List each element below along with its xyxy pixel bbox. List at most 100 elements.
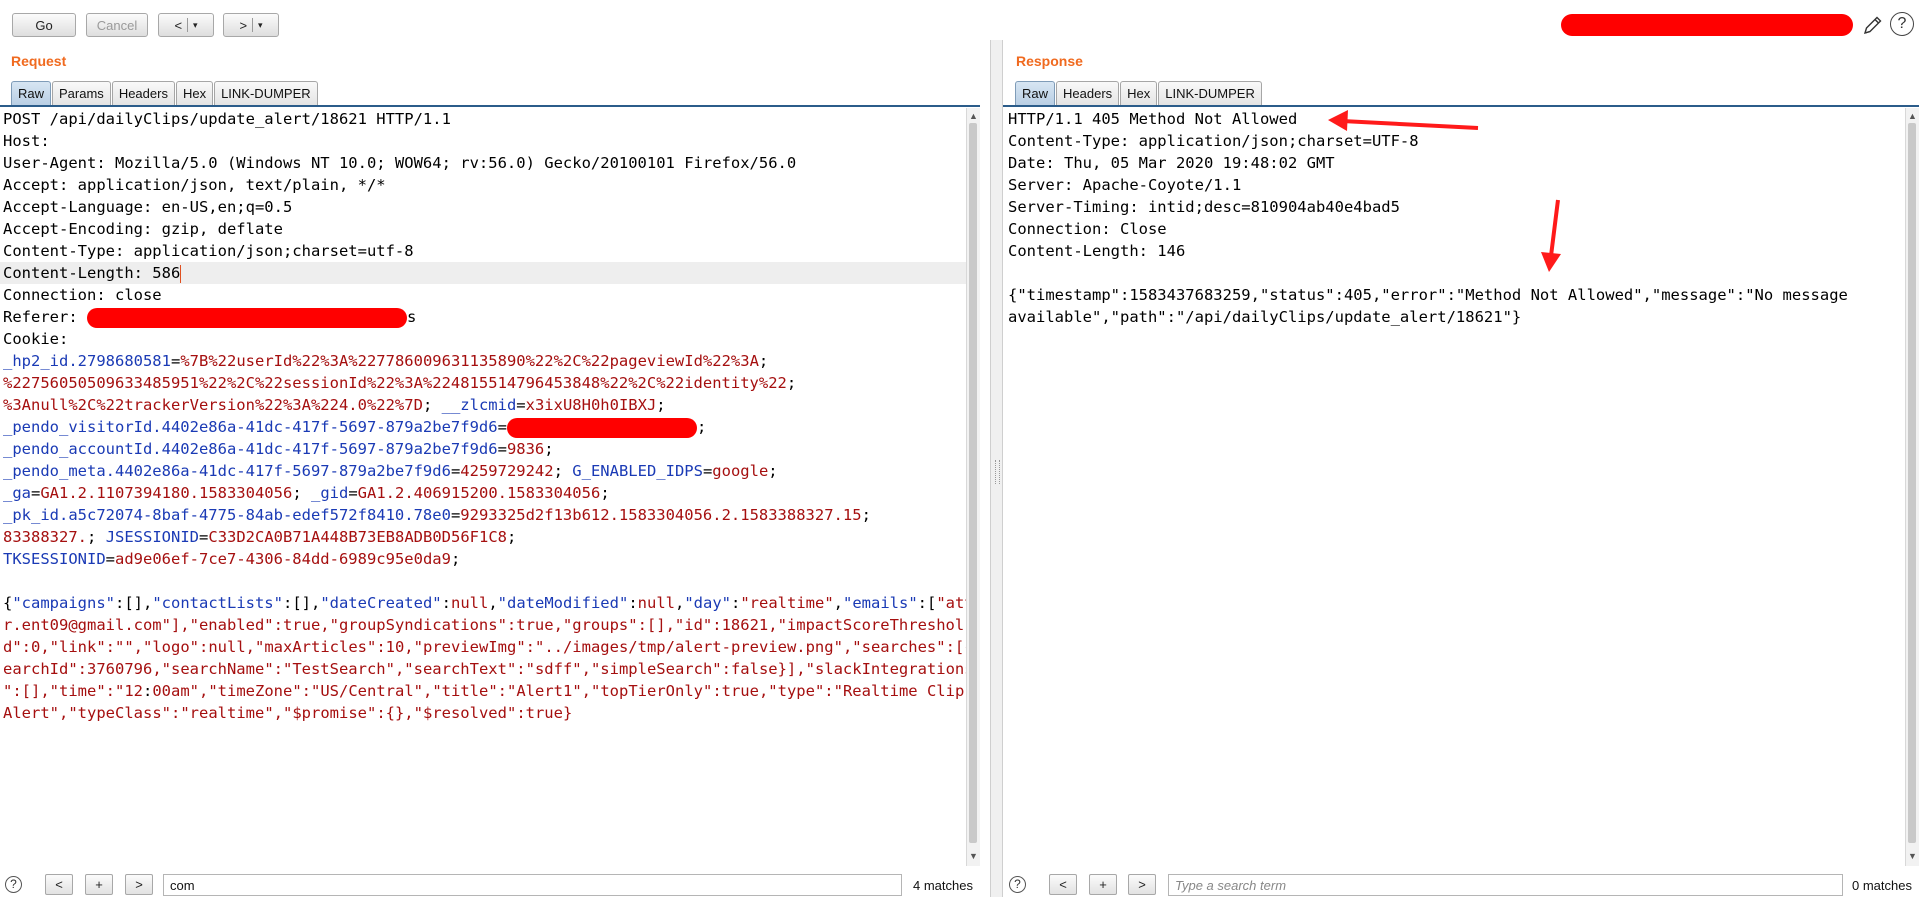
semicolon: ;: [292, 484, 302, 502]
json-string: ",": [124, 638, 153, 656]
json-string: ",": [264, 704, 293, 722]
response-search-input[interactable]: [1168, 874, 1843, 896]
json-string: ",": [413, 682, 442, 700]
json-value: topTierOnly: [600, 682, 703, 700]
splitter-grip[interactable]: [995, 460, 1000, 484]
semicolon: ;: [786, 374, 797, 392]
scroll-up-icon[interactable]: ▲: [1908, 110, 1917, 122]
json-value: US/Central: [320, 682, 414, 700]
tab-params[interactable]: Params: [52, 81, 111, 105]
scroll-down-icon[interactable]: ▼: [1908, 850, 1917, 862]
go-button[interactable]: Go: [12, 13, 76, 37]
cookie-name: TKSESSIONID: [3, 550, 106, 568]
cookie-value: %3Anull%2C%22trackerVersion%22%3A%224.0%…: [3, 396, 423, 414]
search-next-button[interactable]: >: [125, 874, 153, 895]
search-prev-button[interactable]: <: [45, 874, 73, 895]
cookie-value: 4259729242: [460, 462, 554, 480]
cookie-line: _pendo_meta.4402e86a-41dc-417f-5697-879a…: [0, 460, 966, 482]
cancel-button[interactable]: Cancel: [86, 13, 148, 37]
request-line: Cookie:: [0, 328, 966, 350]
tab-raw[interactable]: Raw: [1015, 81, 1056, 105]
tab-link-dumper[interactable]: LINK-DUMPER: [214, 81, 318, 105]
scroll-down-icon[interactable]: ▼: [969, 850, 978, 862]
scroll-thumb[interactable]: [1908, 123, 1916, 843]
response-search-bar: ? < + > 0 matches: [1003, 872, 1919, 898]
request-line: POST /api/dailyClips/update_alert/18621 …: [0, 108, 966, 130]
pane-splitter[interactable]: [990, 40, 1003, 897]
json-value: Alert: [3, 704, 50, 722]
request-editor[interactable]: POST /api/dailyClips/update_alert/18621 …: [0, 108, 966, 866]
cookie-value: 83388327.: [3, 528, 87, 546]
help-icon[interactable]: ?: [1009, 876, 1026, 893]
request-tabs: Raw Params Headers Hex LINK-DUMPER: [11, 81, 319, 105]
response-editor[interactable]: HTTP/1.1 405 Method Not Allowed Content-T…: [1005, 108, 1905, 866]
json-punct: ,: [833, 594, 844, 612]
json-punct: :[: [917, 594, 937, 612]
request-scrollbar[interactable]: ▲ ▼: [966, 108, 980, 866]
json-punct: :: [731, 594, 741, 612]
cookie-line: _pk_id.a5c72074-8baf-4775-84ab-edef572f8…: [0, 504, 966, 526]
search-add-button[interactable]: +: [85, 874, 113, 895]
json-value: searches: [861, 638, 937, 656]
request-line-text: Referer:: [3, 308, 87, 326]
response-line: HTTP/1.1 405 Method Not Allowed: [1008, 110, 1298, 128]
json-string: "],": [161, 616, 199, 634]
json-string: ":3760796,": [68, 660, 171, 678]
request-body-line: {"campaigns":[],"contactLists":[],"dateC…: [0, 592, 966, 614]
tab-raw[interactable]: Raw: [11, 81, 52, 105]
json-string: ":[],": [3, 682, 59, 700]
scroll-up-icon[interactable]: ▲: [969, 110, 978, 122]
forward-button[interactable]: > ▾: [223, 13, 279, 37]
json-punct: ,: [674, 594, 685, 612]
json-string: ":[],": [628, 616, 685, 634]
help-icon[interactable]: ?: [5, 876, 22, 893]
json-value: r.ent09@gmail.com: [3, 616, 162, 634]
forward-arrow-icon: >: [239, 17, 248, 33]
tab-link-dumper[interactable]: LINK-DUMPER: [1158, 81, 1262, 105]
response-scrollbar[interactable]: ▲ ▼: [1905, 108, 1919, 866]
json-value: searchText: [413, 660, 507, 678]
cookie-line: %3Anull%2C%22trackerVersion%22%3A%224.0%…: [0, 394, 966, 416]
search-next-button[interactable]: >: [1128, 874, 1156, 895]
cookie-value: google: [712, 462, 769, 480]
cookie-name: _pendo_visitorId.4402e86a-41dc-417f-5697…: [3, 418, 498, 436]
request-line-text: Connection: close: [3, 286, 162, 304]
json-value: groupSyndications: [338, 616, 498, 634]
json-string: ":": [516, 638, 545, 656]
scroll-thumb[interactable]: [969, 123, 977, 843]
cookie-value: GA1.2.406915200.1583304056: [357, 484, 601, 502]
response-line: Content-Length: 146: [1008, 242, 1186, 260]
equals-sign: =: [170, 352, 181, 370]
json-string: ":": [814, 682, 843, 700]
cookie-value: 9836: [506, 440, 545, 458]
request-search-input[interactable]: [163, 874, 902, 896]
cookie-name: _hp2_id.2798680581: [3, 352, 171, 370]
request-pane: Request Raw Params Headers Hex LINK-DUMPER P…: [0, 46, 990, 897]
tab-headers[interactable]: Headers: [1056, 81, 1120, 105]
json-string: ":": [488, 682, 517, 700]
edit-pencil-icon[interactable]: [1862, 14, 1884, 36]
cookie-line: %22756050509633485951%22%2C%22sessionId%…: [0, 372, 966, 394]
help-icon[interactable]: ?: [1890, 12, 1914, 36]
json-string: ",": [189, 682, 218, 700]
search-add-button[interactable]: +: [1089, 874, 1117, 895]
back-dropdown-icon[interactable]: ▾: [193, 20, 198, 31]
json-string: ":false}],": [712, 660, 815, 678]
json-punct: :[],: [282, 594, 321, 612]
target-redaction[interactable]: [1561, 14, 1853, 36]
tab-hex[interactable]: Hex: [1120, 81, 1158, 105]
response-line: Server-Timing: intid;desc=810904ab40e4ba…: [1008, 198, 1400, 216]
json-string: ":": [96, 638, 125, 656]
cookie-value: C33D2CA0B71A448B73EB8ADB0D56F1C8: [208, 528, 507, 546]
back-button[interactable]: < ▾: [158, 13, 214, 37]
json-string: ":[{": [936, 638, 966, 656]
request-line: Accept-Encoding: gzip, deflate: [0, 218, 966, 240]
tab-hex[interactable]: Hex: [175, 81, 214, 105]
json-value: type: [777, 682, 815, 700]
forward-dropdown-icon[interactable]: ▾: [258, 20, 263, 31]
tab-headers[interactable]: Headers: [111, 81, 175, 105]
search-prev-button[interactable]: <: [1049, 874, 1077, 895]
cookie-line: _ga=GA1.2.1107394180.1583304056; _gid=GA…: [0, 482, 966, 504]
equals-sign: =: [348, 484, 358, 502]
